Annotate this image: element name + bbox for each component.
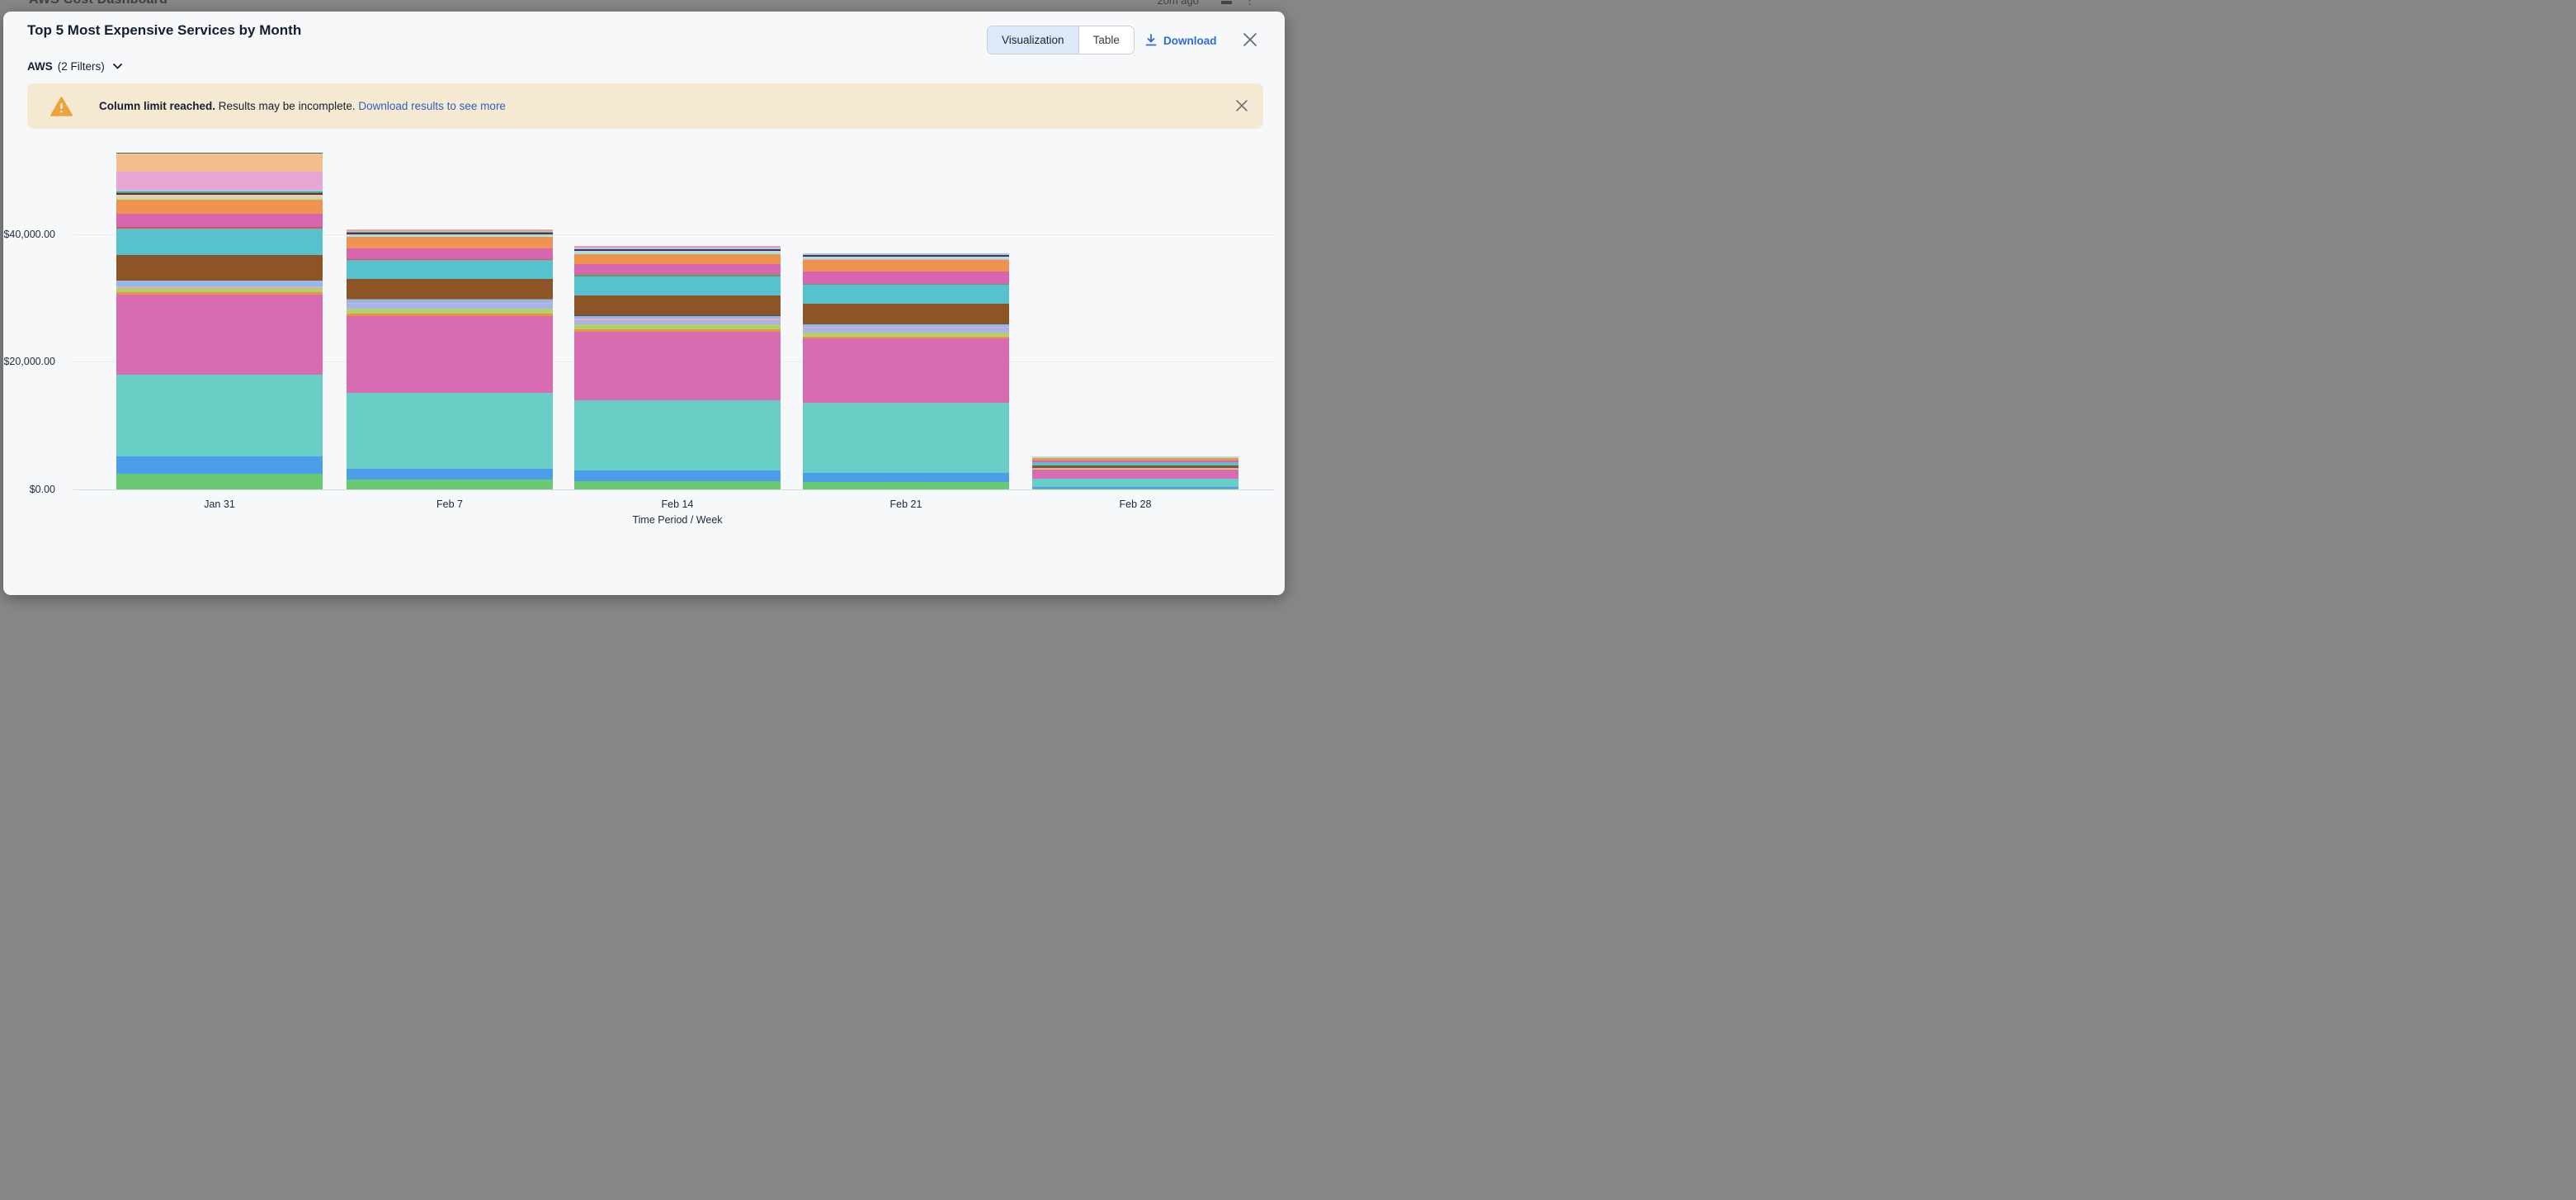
x-tick-jan-31: Jan 31 bbox=[116, 498, 323, 510]
x-axis-line bbox=[73, 489, 1275, 490]
bar-segment-green[interactable] bbox=[347, 480, 553, 490]
bar-feb-28[interactable] bbox=[1032, 456, 1238, 489]
bar-segment-magenta2[interactable] bbox=[1032, 470, 1238, 479]
bar-segment-plum[interactable] bbox=[116, 172, 323, 190]
background-last-updated: 20m ago bbox=[1157, 0, 1199, 7]
bar-segment-orange[interactable] bbox=[574, 254, 781, 265]
bar-feb-7[interactable] bbox=[347, 229, 553, 489]
bar-segment-green[interactable] bbox=[1032, 489, 1238, 490]
bar-segment-sandy[interactable] bbox=[116, 154, 323, 172]
background-page-title: AWS Cost Dashboard bbox=[29, 0, 167, 7]
bar-segment-turquoise[interactable] bbox=[803, 285, 1009, 305]
bar-segment-orange[interactable] bbox=[347, 237, 553, 248]
bar-segment-magenta2[interactable] bbox=[803, 338, 1009, 403]
bar-segment-green[interactable] bbox=[116, 474, 323, 490]
bar-segment-orange[interactable] bbox=[116, 200, 323, 215]
bar-segment-magenta2[interactable] bbox=[574, 332, 781, 401]
bar-segment-green[interactable] bbox=[574, 481, 781, 490]
bar-feb-14[interactable] bbox=[574, 246, 781, 489]
bar-segment-blue[interactable] bbox=[803, 473, 1009, 483]
bar-segment-green[interactable] bbox=[803, 482, 1009, 489]
x-tick-feb-14: Feb 14 bbox=[574, 498, 781, 510]
bar-segment-magenta2[interactable] bbox=[347, 316, 553, 393]
dimmed-background-header: AWS Cost Dashboard 20m ago ▬ ⋮ bbox=[0, 0, 1288, 12]
y-tick-40000: $40,000.00 bbox=[3, 229, 55, 240]
x-tick-feb-28: Feb 28 bbox=[1032, 498, 1238, 510]
bar-segment-magenta2[interactable] bbox=[116, 295, 323, 376]
y-tick-0: $0.00 bbox=[3, 484, 55, 495]
bar-segment-brown[interactable] bbox=[116, 255, 323, 281]
bar-segment-aquamarine[interactable] bbox=[116, 375, 323, 456]
bar-segment-blue[interactable] bbox=[347, 469, 553, 480]
bar-feb-21[interactable] bbox=[803, 253, 1009, 490]
bar-segment-magenta[interactable] bbox=[574, 264, 781, 275]
y-tick-20000: $20,000.00 bbox=[3, 356, 55, 367]
bar-segment-brown[interactable] bbox=[347, 279, 553, 300]
kebab-menu-icon: ⋮ bbox=[1244, 0, 1255, 7]
x-tick-feb-7: Feb 7 bbox=[347, 498, 553, 510]
bar-segment-magenta[interactable] bbox=[347, 248, 553, 259]
bar-segment-aquamarine[interactable] bbox=[803, 403, 1009, 473]
bar-segment-orange[interactable] bbox=[803, 260, 1009, 272]
bar-segment-blue[interactable] bbox=[116, 456, 323, 474]
bar-segment-aquamarine[interactable] bbox=[1032, 479, 1238, 487]
stacked-bar-chart: $40,000.00 $20,000.00 $0.00 Jan 31 Feb 7… bbox=[3, 12, 1285, 595]
bar-segment-magenta[interactable] bbox=[803, 272, 1009, 284]
bar-segment-turquoise[interactable] bbox=[116, 229, 323, 256]
bar-segment-blue[interactable] bbox=[574, 470, 781, 481]
bar-segment-aquamarine[interactable] bbox=[574, 400, 781, 470]
x-tick-feb-21: Feb 21 bbox=[803, 498, 1009, 510]
chart-modal: Top 5 Most Expensive Services by Month A… bbox=[3, 12, 1285, 595]
x-axis-title: Time Period / Week bbox=[77, 514, 1278, 526]
bar-segment-turquoise[interactable] bbox=[347, 260, 553, 279]
bar-segment-aquamarine[interactable] bbox=[347, 393, 553, 469]
bar-jan-31[interactable] bbox=[116, 153, 323, 489]
bar-segment-brown[interactable] bbox=[574, 295, 781, 315]
bar-segment-magenta[interactable] bbox=[116, 214, 323, 227]
menu-icon: ▬ bbox=[1221, 0, 1232, 7]
bar-segment-turquoise[interactable] bbox=[574, 276, 781, 295]
bar-segment-brown[interactable] bbox=[803, 304, 1009, 324]
